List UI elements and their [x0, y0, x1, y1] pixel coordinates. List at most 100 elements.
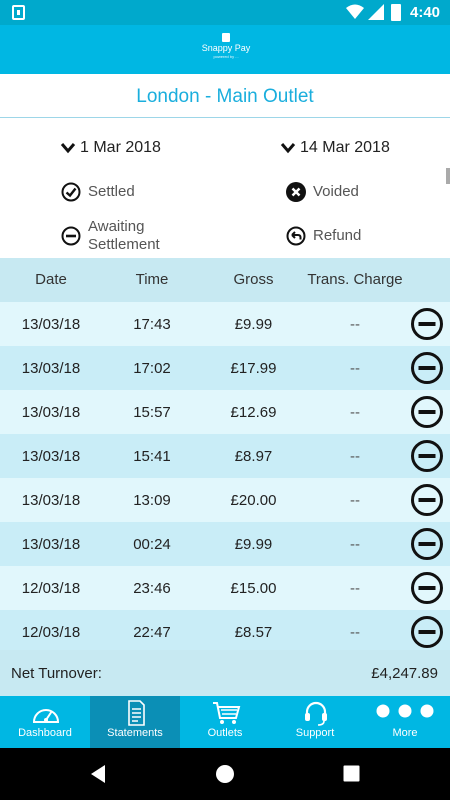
status-time: 4:40	[410, 4, 441, 21]
cell-time: 17:02	[133, 360, 171, 377]
recents-icon[interactable]	[343, 765, 360, 782]
cell-date: 13/03/18	[21, 316, 81, 333]
legend-settled-label: Settled	[88, 183, 135, 200]
cell-time: 22:47	[133, 624, 171, 641]
cell-gross: £9.99	[234, 536, 273, 553]
cell-gross: £9.99	[234, 316, 273, 333]
nav-outlets[interactable]: Outlets	[180, 696, 270, 748]
legend-settled: Settled	[61, 181, 201, 203]
net-turnover-label: Net Turnover:	[11, 665, 102, 682]
cell-date: 12/03/18	[21, 580, 81, 597]
cell-trans-charge: --	[350, 492, 360, 509]
legend-refund-label: Refund	[313, 227, 362, 244]
cell-trans-charge: --	[350, 404, 360, 421]
nav-support[interactable]: Support	[270, 696, 360, 748]
sd-card-icon	[12, 5, 25, 20]
cell-trans-charge: --	[350, 448, 360, 465]
header-date: Date	[35, 271, 67, 288]
back-icon[interactable]	[89, 764, 107, 784]
header-gross: Gross	[233, 271, 274, 288]
table-row[interactable]: 13/03/18 17:43 £9.99 --	[0, 302, 450, 346]
legend-voided: Voided	[286, 181, 406, 203]
table-row[interactable]: 13/03/18 15:41 £8.97 --	[0, 434, 450, 478]
awaiting-settlement-icon	[411, 396, 443, 428]
cell-gross: £17.99	[230, 360, 277, 377]
cell-date: 13/03/18	[21, 360, 81, 377]
logo-name: Snappy Pay	[201, 43, 251, 53]
from-date-dropdown[interactable]: 1 Mar 2018	[60, 139, 161, 157]
nav-label: Statements	[107, 727, 163, 739]
to-date-dropdown[interactable]: 14 Mar 2018	[280, 139, 390, 157]
legend-awaiting-label-1: Awaiting	[88, 218, 145, 235]
nav-more[interactable]: More	[360, 696, 450, 748]
cell-gross: £8.57	[234, 624, 273, 641]
logo-tagline: powered by ...	[213, 54, 239, 59]
cart-icon	[213, 702, 241, 724]
nav-statements[interactable]: Statements	[90, 696, 180, 748]
table-row[interactable]: 13/03/18 13:09 £20.00 --	[0, 478, 450, 522]
divider	[0, 117, 450, 118]
system-nav-bar	[0, 748, 450, 800]
table-row[interactable]: 13/03/18 00:24 £9.99 --	[0, 522, 450, 566]
shopping-bag-icon	[222, 33, 230, 42]
bottom-nav: Dashboard Statements Outlets Support Mor…	[0, 696, 450, 748]
from-date-label: 1 Mar 2018	[80, 139, 161, 156]
wifi-icon	[346, 4, 364, 19]
awaiting-settlement-icon	[411, 484, 443, 516]
net-turnover-bar: Net Turnover: £4,247.89	[0, 650, 450, 696]
nav-label: Support	[295, 727, 335, 739]
table-row[interactable]: 12/03/18 23:46 £15.00 --	[0, 566, 450, 610]
cell-date: 12/03/18	[21, 624, 81, 641]
cell-date: 13/03/18	[21, 404, 81, 421]
awaiting-settlement-icon	[411, 572, 443, 604]
status-bar: 4:40	[0, 0, 450, 25]
chevron-down-icon	[280, 143, 296, 154]
table-row[interactable]: 13/03/18 17:02 £17.99 --	[0, 346, 450, 390]
nav-label: More	[392, 727, 418, 739]
header-time: Time	[135, 271, 169, 288]
app-logo: Snappy Pay powered by ...	[196, 33, 256, 67]
nav-label: Outlets	[207, 727, 243, 739]
legend-awaiting-settlement: Awaiting Settlement	[61, 218, 211, 254]
battery-icon	[391, 4, 401, 21]
cell-trans-charge: --	[350, 536, 360, 553]
net-turnover-value: £4,247.89	[371, 665, 438, 682]
outlet-title: London - Main Outlet	[136, 86, 314, 107]
awaiting-settlement-icon	[411, 616, 443, 648]
awaiting-settlement-icon	[411, 352, 443, 384]
chevron-down-icon	[60, 143, 76, 154]
cell-gross: £8.97	[234, 448, 273, 465]
nav-dashboard[interactable]: Dashboard	[0, 696, 90, 748]
cell-time: 17:43	[133, 316, 171, 333]
awaiting-settlement-icon	[411, 440, 443, 472]
table-header: Date Time Gross Trans. Charge	[0, 258, 450, 302]
cell-time: 15:57	[133, 404, 171, 421]
refund-arrow-icon	[286, 226, 306, 246]
scrollbar-thumb[interactable]	[446, 168, 450, 184]
cell-gross: £20.00	[230, 492, 277, 509]
app-bar: Snappy Pay powered by ...	[0, 25, 450, 74]
header-trans-charge: Trans. Charge	[307, 271, 403, 288]
cell-date: 13/03/18	[21, 448, 81, 465]
legend-voided-label: Voided	[313, 183, 359, 200]
awaiting-settlement-icon	[411, 528, 443, 560]
cell-date: 13/03/18	[21, 536, 81, 553]
awaiting-settlement-icon	[411, 308, 443, 340]
check-circle-icon	[61, 182, 81, 202]
cell-gross: £15.00	[230, 580, 277, 597]
cell-trans-charge: --	[350, 580, 360, 597]
cell-trans-charge: --	[350, 316, 360, 333]
cell-date: 13/03/18	[21, 492, 81, 509]
document-icon	[128, 700, 145, 726]
cell-gross: £12.69	[230, 404, 277, 421]
legend-awaiting-label-2: Settlement	[88, 236, 160, 253]
table-row[interactable]: 12/03/18 22:47 £8.57 --	[0, 610, 450, 650]
cell-time: 00:24	[133, 536, 171, 553]
to-date-label: 14 Mar 2018	[300, 139, 390, 156]
table-row[interactable]: 13/03/18 15:57 £12.69 --	[0, 390, 450, 434]
cell-time: 15:41	[133, 448, 171, 465]
more-dots-icon	[376, 704, 434, 718]
cell-time: 23:46	[133, 580, 171, 597]
home-icon[interactable]	[215, 764, 235, 784]
legend-refund: Refund	[286, 225, 406, 247]
